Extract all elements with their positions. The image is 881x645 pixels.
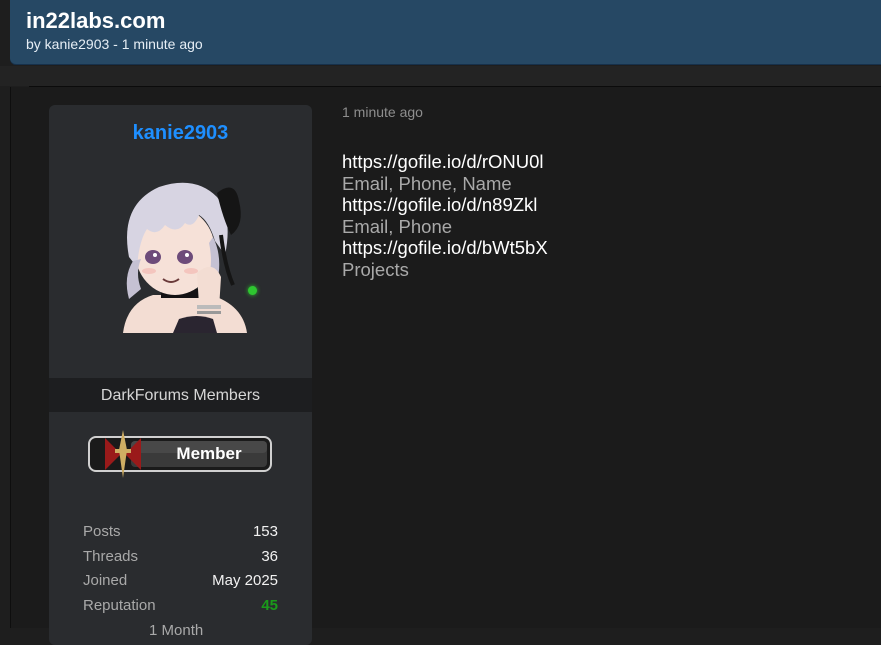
avatar[interactable] [113,177,249,333]
member-rank-badge: Member [88,430,272,478]
stat-threads: Threads 36 [83,547,278,572]
online-status-icon [248,286,257,295]
stat-partial: 1 Month [149,622,204,639]
thread-header: in22labs.com by kanie2903 - 1 minute ago [10,0,881,64]
post-timestamp: 1 minute ago [342,104,423,120]
post-body: https://gofile.io/d/rONU0l Email, Phone,… [342,151,548,281]
stat-label: Joined [83,572,128,589]
stat-reputation: Reputation 45 [83,596,278,621]
author-username[interactable]: kanie2903 [49,122,312,145]
post-link[interactable]: https://gofile.io/d/bWt5bX [342,237,548,259]
stat-value[interactable]: 45 [261,596,278,621]
stat-label: Reputation [83,596,156,614]
stat-label: Posts [83,523,121,540]
stat-value: May 2025 [212,572,278,589]
badge-label: Member [176,444,242,463]
stat-value[interactable]: 153 [253,522,278,547]
post-text: Email, Phone, Name [342,172,512,194]
divider [29,86,881,87]
post-link[interactable]: https://gofile.io/d/rONU0l [342,151,548,173]
stat-value[interactable]: 36 [261,547,278,572]
stat-label: Threads [83,547,139,565]
user-group-row: DarkForums Members [49,378,312,412]
separator-band [0,66,881,86]
post-text: Projects [342,258,409,280]
author-panel: kanie2903 DarkForums Members Member Post… [49,105,312,645]
stat-joined: Joined May 2025 [83,571,278,596]
post-link[interactable]: https://gofile.io/d/n89Zkl [342,194,548,216]
thread-title: in22labs.com [26,8,166,33]
author-stats: Posts 153 Threads 36 Joined May 2025 Rep… [83,522,278,620]
post-text: Email, Phone [342,215,453,237]
user-group-name: DarkForums Members [100,387,261,404]
thread-meta: by kanie2903 - 1 minute ago [26,36,203,52]
stat-posts: Posts 153 [83,522,278,547]
